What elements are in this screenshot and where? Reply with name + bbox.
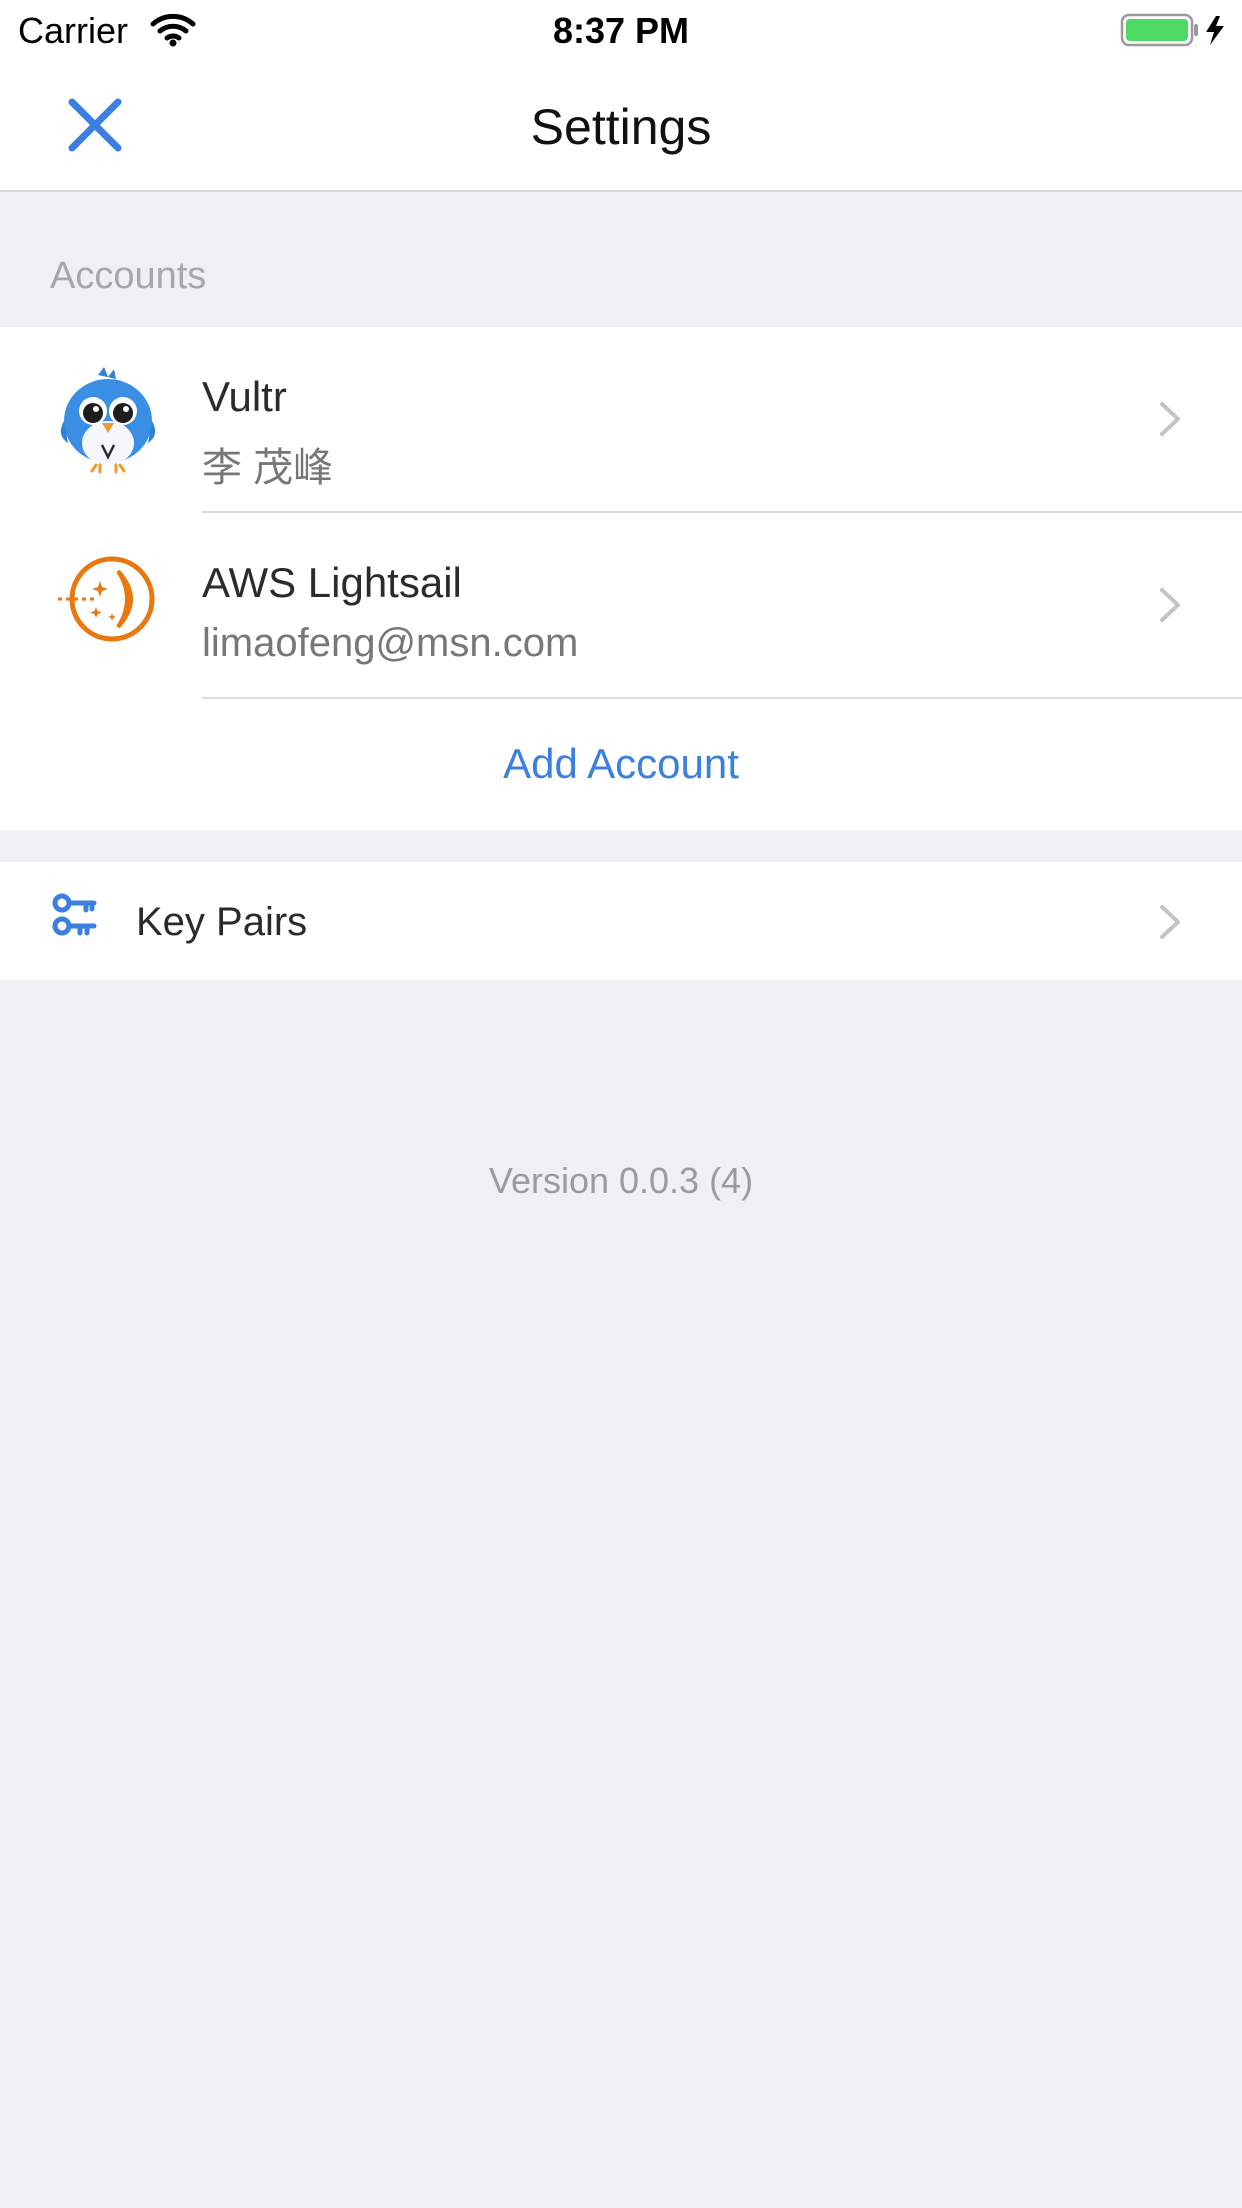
account-row-vultr[interactable]: Vultr 李 茂峰	[0, 327, 1242, 512]
bolt-icon	[1206, 16, 1224, 45]
version-label: Version 0.0.3 (4)	[488, 1160, 754, 1201]
lightsail-icon	[56, 553, 156, 663]
accounts-section-header: Accounts	[50, 255, 207, 297]
add-account-button[interactable]: Add Account	[0, 740, 1242, 788]
chevron-right-icon	[1156, 902, 1184, 942]
account-name: AWS Lightsail	[202, 559, 462, 606]
key-icon	[52, 892, 100, 945]
account-subtitle: limaofeng@msn.com	[202, 621, 579, 665]
chevron-right-icon	[1156, 585, 1184, 625]
status-bar: Carrier 8:37 PM	[0, 0, 1242, 60]
vultr-bird-icon	[58, 365, 158, 475]
row-divider	[202, 697, 1242, 699]
key-pairs-label: Key Pairs	[136, 900, 308, 944]
account-subtitle: 李 茂峰	[202, 446, 334, 490]
clock: 8:37 PM	[552, 10, 690, 51]
page-title: Settings	[530, 99, 712, 155]
key-pairs-row[interactable]: Key Pairs	[0, 862, 1242, 980]
account-row-aws-lightsail[interactable]: AWS Lightsail limaofeng@msn.com	[0, 513, 1242, 698]
chevron-right-icon	[1156, 399, 1184, 439]
key-pairs-group: Key Pairs	[0, 862, 1242, 980]
navigation-bar: Settings	[0, 60, 1242, 192]
battery-icon	[1120, 12, 1232, 53]
account-name: Vultr	[202, 373, 287, 420]
